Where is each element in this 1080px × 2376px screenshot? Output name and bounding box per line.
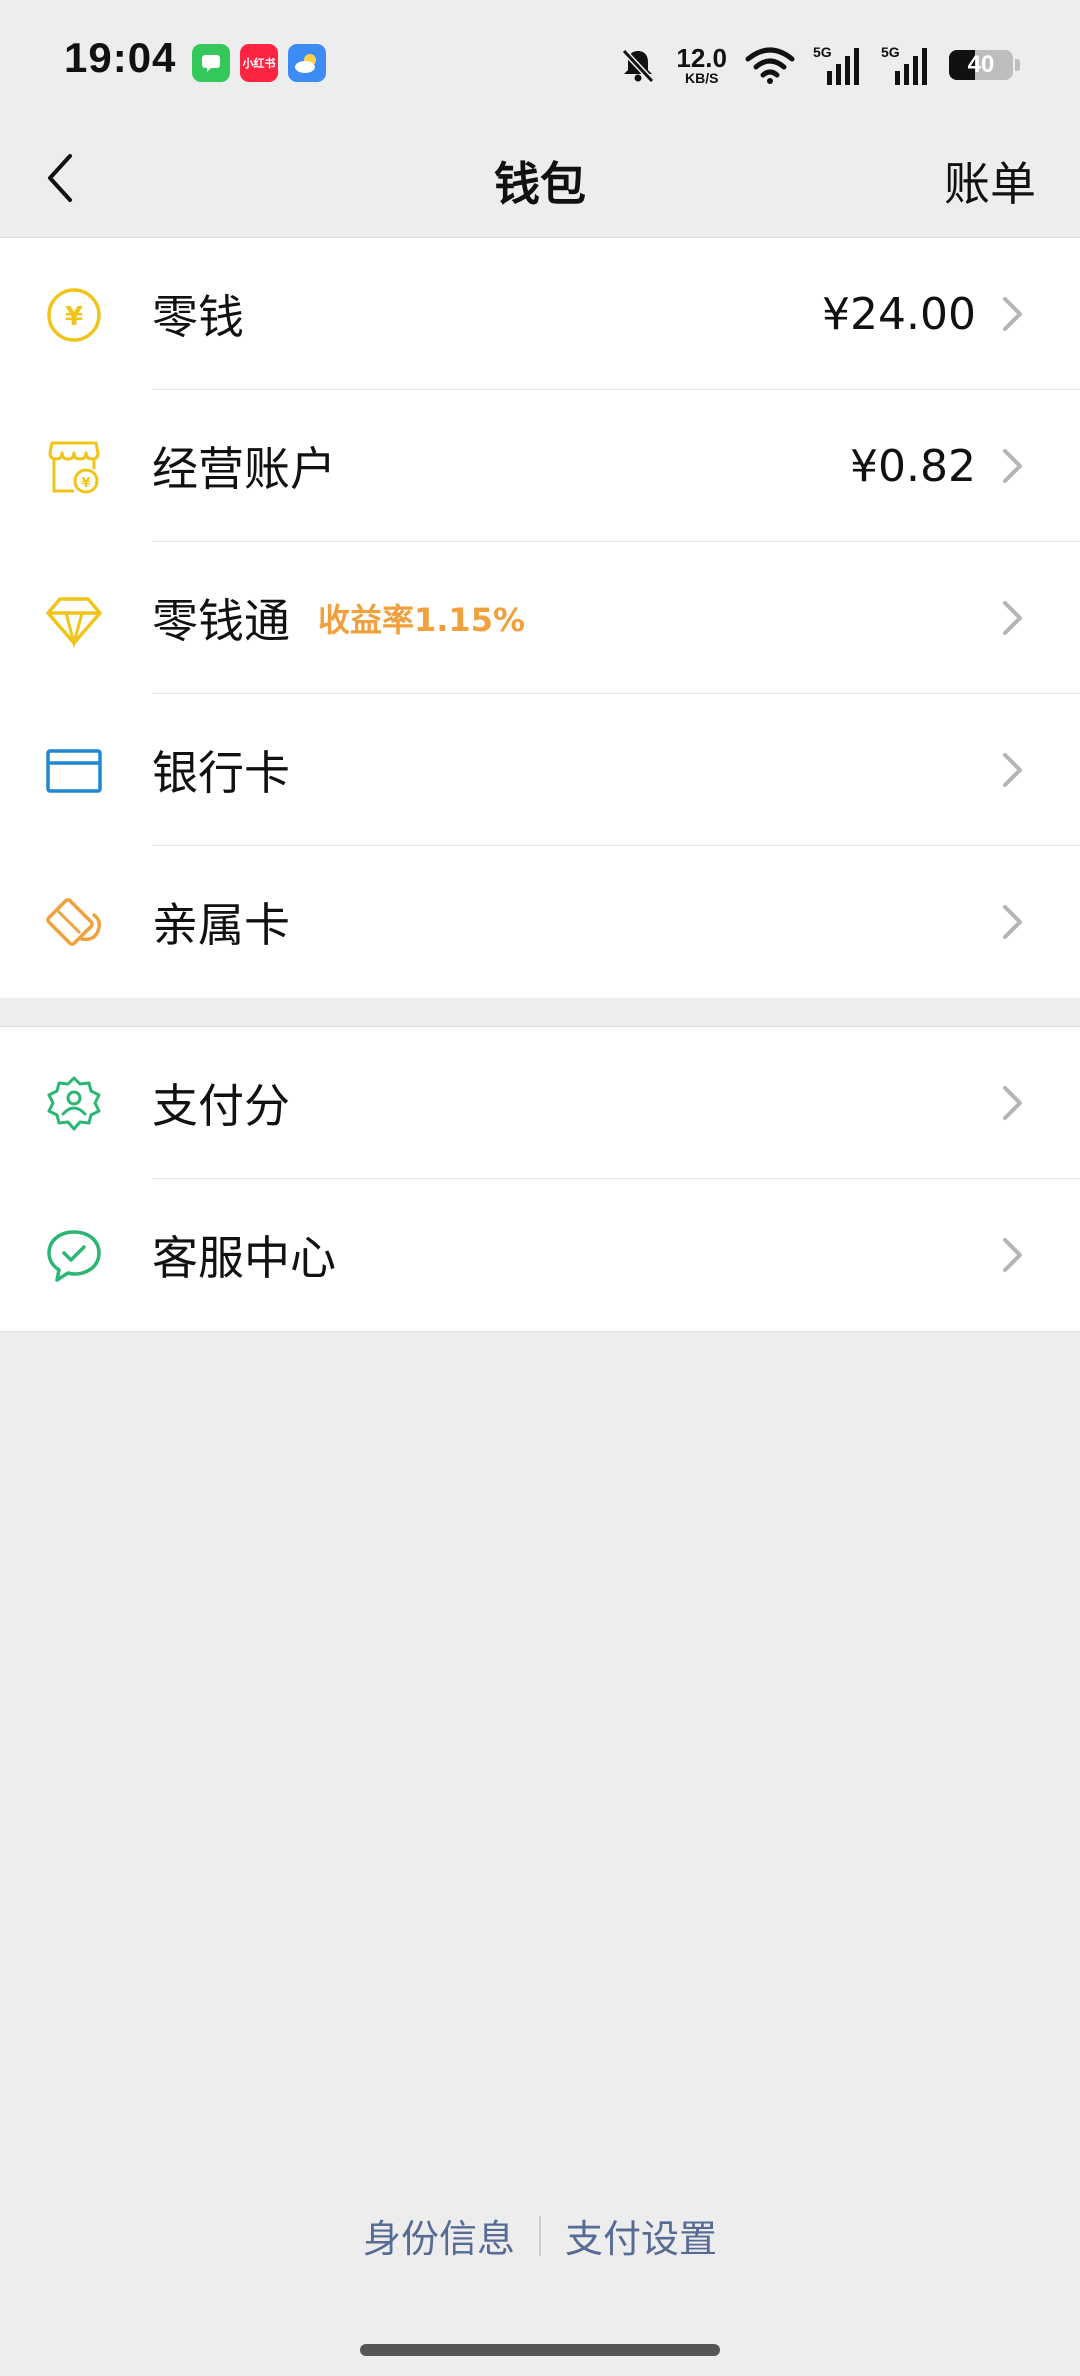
- yield-rate-badge: 收益率1.15%: [318, 601, 526, 639]
- list-item-label-group: 零钱通 收益率1.15%: [152, 542, 525, 694]
- xiaohongshu-icon: 小红书: [240, 44, 278, 82]
- status-bar: 19:04 小红书 12.0 KB/S 5G 5G 40: [0, 0, 1080, 120]
- pay-score-icon: [47, 1076, 101, 1131]
- wifi-icon: [745, 47, 795, 84]
- svg-text:5G: 5G: [813, 44, 832, 60]
- list-item-change[interactable]: ¥ 零钱 ¥24.00: [0, 238, 1080, 390]
- signal-5g-icon: 5G: [813, 44, 859, 85]
- svg-text:¥: ¥: [65, 302, 83, 332]
- list-item-label: 零钱通: [152, 594, 290, 648]
- diamond-icon: [46, 597, 102, 649]
- network-speed: 12.0 KB/S: [676, 45, 727, 85]
- status-indicators: 12.0 KB/S 5G 5G 40: [618, 40, 1020, 90]
- card-icon: [46, 749, 102, 793]
- list-item-label: 亲属卡: [152, 898, 290, 952]
- wallet-list-primary: ¥ 零钱 ¥24.00 ¥ 经营账户 ¥0.82 零钱通 收益率1.15% 银行…: [0, 238, 1080, 998]
- chevron-right-icon: [1003, 1238, 1022, 1272]
- payment-settings-link[interactable]: 支付设置: [541, 2208, 741, 2263]
- list-item-business-account[interactable]: ¥ 经营账户 ¥0.82: [0, 390, 1080, 542]
- page-title: 钱包: [494, 157, 586, 211]
- messages-icon: [192, 44, 230, 82]
- weather-icon: [288, 44, 326, 82]
- identity-info-link[interactable]: 身份信息: [339, 2208, 539, 2263]
- list-item-family-card[interactable]: 亲属卡: [0, 846, 1080, 998]
- list-item-lingqiantong[interactable]: 零钱通 收益率1.15%: [0, 542, 1080, 694]
- signal-5g-icon: 5G: [881, 44, 927, 85]
- mute-bell-icon: [622, 48, 655, 84]
- battery-level: 40: [967, 51, 995, 78]
- shop-icon: ¥: [48, 441, 100, 494]
- nav-bar: 钱包 账单: [0, 120, 1080, 238]
- wallet-list-secondary: 支付分 客服中心: [0, 1026, 1080, 1332]
- list-item-label: 零钱: [152, 290, 244, 344]
- battery-tip: [1015, 59, 1020, 71]
- bill-button[interactable]: 账单: [944, 148, 1036, 214]
- list-item-bank-card[interactable]: 银行卡: [0, 694, 1080, 846]
- family-card-icon: [46, 898, 102, 946]
- list-item-value: ¥24.00: [822, 288, 976, 340]
- list-item-customer-service[interactable]: 客服中心: [0, 1179, 1080, 1331]
- chevron-right-icon: [1003, 753, 1022, 787]
- chevron-right-icon: [1003, 1086, 1022, 1120]
- list-item-label: 支付分: [152, 1079, 290, 1133]
- list-item-value: ¥0.82: [850, 440, 976, 492]
- coin-icon: ¥: [47, 288, 101, 342]
- svg-text:5G: 5G: [881, 44, 900, 60]
- home-indicator[interactable]: [360, 2344, 720, 2356]
- list-item-label: 客服中心: [152, 1231, 336, 1285]
- chevron-right-icon: [1003, 601, 1022, 635]
- service-icon: [47, 1230, 101, 1282]
- footer-links: 身份信息 支付设置: [0, 2208, 1080, 2263]
- svg-text:¥: ¥: [81, 476, 90, 491]
- network-speed-value: 12.0: [676, 43, 727, 73]
- list-item-pay-score[interactable]: 支付分: [0, 1027, 1080, 1179]
- network-speed-unit: KB/S: [684, 70, 719, 86]
- chevron-right-icon: [1003, 905, 1022, 939]
- list-item-label: 经营账户: [152, 442, 336, 496]
- battery-icon: 40: [949, 50, 1013, 80]
- chevron-right-icon: [1003, 297, 1022, 331]
- xiaohongshu-label: 小红书: [242, 58, 276, 70]
- status-time: 19:04: [64, 34, 177, 81]
- list-item-label: 银行卡: [152, 746, 290, 800]
- chevron-right-icon: [1003, 449, 1022, 483]
